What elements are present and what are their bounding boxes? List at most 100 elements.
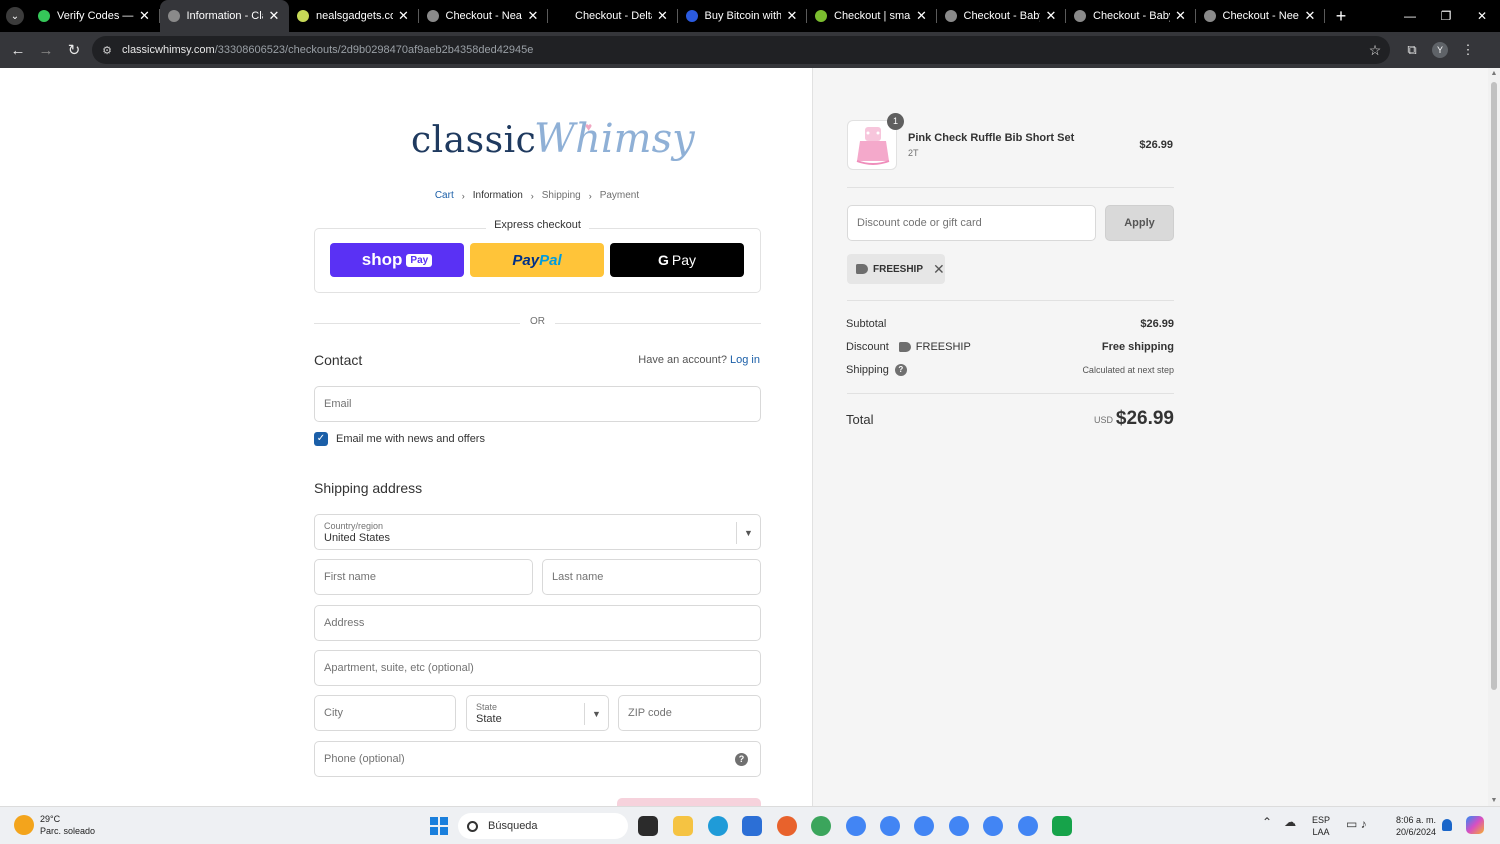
breadcrumb: Cart › Information › Shipping › Payment [314,190,760,201]
bookmark-star-icon[interactable]: ☆ [1360,42,1390,59]
divider [847,300,1174,301]
back-button[interactable]: ← [4,42,32,59]
edge-icon[interactable] [708,816,728,836]
store-icon[interactable] [742,816,762,836]
subtotal-row: Subtotal $26.99 [846,318,1174,330]
windows-taskbar: 29°C Parc. soleado Búsqueda ⌃ ☁ ESP LAA ▭ … [0,806,1500,844]
apartment-field[interactable]: Apartment, suite, etc (optional) [314,650,761,686]
chrome-icon[interactable] [1018,816,1038,836]
site-info-icon[interactable]: ⚙ [92,44,122,57]
browser-tab[interactable]: nealsgadgets.com ✕ [289,0,419,32]
newsletter-label: Email me with news and offers [336,433,485,445]
clock[interactable]: 8:06 a. m. 20/6/2024 [1386,814,1436,838]
browser-tab[interactable]: Checkout - Neem✕ [1196,0,1325,32]
browser-tab[interactable]: Checkout - Delta ✕ [548,0,678,32]
chrome-icon[interactable] [846,816,866,836]
minimize-button[interactable]: — [1392,9,1428,23]
browser-tab-bar: ⌄ Verify Codes — Si✕Information - Clas✕n… [0,0,1500,32]
windows-start-icon[interactable] [430,817,448,835]
close-tab-icon[interactable]: ✕ [1174,8,1188,24]
close-tab-icon[interactable]: ✕ [1044,8,1058,24]
dropdown-arrow-icon: ▼ [736,522,760,544]
shop-pay-button[interactable]: shop Pay [330,243,464,277]
close-tab-icon[interactable]: ✕ [526,8,540,24]
chrome-icon[interactable] [880,816,900,836]
newsletter-option[interactable]: ✓ Email me with news and offers [314,432,485,446]
store-logo[interactable]: classic Whimsy ♥ [410,114,695,176]
close-tab-icon[interactable]: ✕ [138,8,152,24]
forward-button[interactable]: → [32,42,60,59]
paypal-button[interactable]: Pay Pal [470,243,604,277]
address-bar[interactable]: ⚙ classicwhimsy.com/33308606523/checkout… [92,36,1390,64]
firefox-icon[interactable] [777,816,797,836]
tag-icon [856,264,868,274]
newsletter-checkbox[interactable]: ✓ [314,432,328,446]
close-tab-icon[interactable]: ✕ [267,8,281,24]
tab-favicon-icon [685,10,698,22]
restore-button[interactable]: ❐ [1428,9,1464,23]
extensions-icon[interactable]: ⧉ [1398,42,1426,58]
email-field[interactable]: Email [314,386,761,422]
apply-discount-button[interactable]: Apply [1105,205,1174,241]
help-icon[interactable]: ? [894,364,907,376]
browser-tab[interactable]: Checkout - BabyR✕ [1066,0,1196,32]
tab-favicon-icon [297,10,309,22]
help-icon[interactable]: ? [735,753,748,766]
close-tab-icon[interactable]: ✕ [785,8,799,24]
close-tab-icon[interactable]: ✕ [915,8,929,24]
address-field[interactable]: Address [314,605,761,641]
city-field[interactable]: City [314,695,456,731]
task-view-icon[interactable] [638,816,658,836]
google-pay-button[interactable]: G Pay [610,243,744,277]
notification-bell-icon[interactable] [1442,819,1452,831]
tab-favicon-icon [815,10,827,22]
chrome-icon[interactable] [983,816,1003,836]
reload-button[interactable]: ↻ [60,41,88,59]
app-icon[interactable] [1052,816,1072,836]
last-name-field[interactable]: Last name [542,559,761,595]
new-tab-button[interactable]: + [1329,6,1353,27]
first-name-field[interactable]: First name [314,559,533,595]
network-volume-icons[interactable]: ▭ ♪ [1346,817,1367,831]
tab-title: Checkout - Delta [575,10,652,22]
browser-tab[interactable]: Checkout - Neals ✕ [419,0,548,32]
tab-favicon-icon [1074,10,1086,22]
browser-tab[interactable]: Verify Codes — Si ✕ [30,0,160,32]
close-tab-icon[interactable]: ✕ [397,8,411,24]
file-explorer-icon[interactable] [673,816,693,836]
chrome-icon[interactable] [949,816,969,836]
tab-favicon-icon [556,10,568,22]
close-tab-icon[interactable]: ✕ [1303,8,1317,24]
copilot-icon[interactable] [1466,816,1484,834]
page-scrollbar[interactable]: ▲ ▼ [1488,68,1500,806]
chrome-icon[interactable] [914,816,934,836]
chevron-right-icon: › [461,190,465,201]
discount-code-input[interactable]: Discount code or gift card [847,205,1096,241]
order-summary-column [812,68,1488,806]
onedrive-icon[interactable]: ☁ [1284,815,1296,829]
chevron-up-icon[interactable]: ⌃ [1262,815,1272,829]
zip-code-field[interactable]: ZIP code [618,695,761,731]
profile-avatar[interactable]: Y [1432,42,1448,58]
phone-field[interactable]: Phone (optional) ? [314,741,761,777]
language-indicator[interactable]: ESP LAA [1312,814,1330,838]
state-select[interactable]: State State ▼ [466,695,609,731]
browser-tab[interactable]: Information - Clas✕ [159,0,289,32]
continue-button[interactable] [617,798,761,806]
browser-tab[interactable]: Checkout | small- ✕ [807,0,937,32]
app-icon[interactable] [811,816,831,836]
remove-discount-icon[interactable]: ✕ [933,261,945,278]
browser-tab[interactable]: Checkout - BabyR✕ [937,0,1066,32]
scrollbar-thumb[interactable] [1491,82,1497,690]
breadcrumb-cart[interactable]: Cart [435,190,454,201]
weather-widget[interactable]: 29°C Parc. soleado [14,813,95,837]
country-select[interactable]: Country/region United States ▼ [314,514,761,550]
tab-search-button[interactable]: ⌄ [0,0,30,32]
browser-tab[interactable]: Buy Bitcoin with C✕ [678,0,807,32]
taskbar-search[interactable]: Búsqueda [458,813,628,839]
close-window-button[interactable]: ✕ [1464,9,1500,23]
browser-menu-icon[interactable]: ⋮ [1454,42,1482,58]
divider [847,393,1174,394]
close-tab-icon[interactable]: ✕ [656,8,670,24]
login-link[interactable]: Log in [730,354,760,366]
